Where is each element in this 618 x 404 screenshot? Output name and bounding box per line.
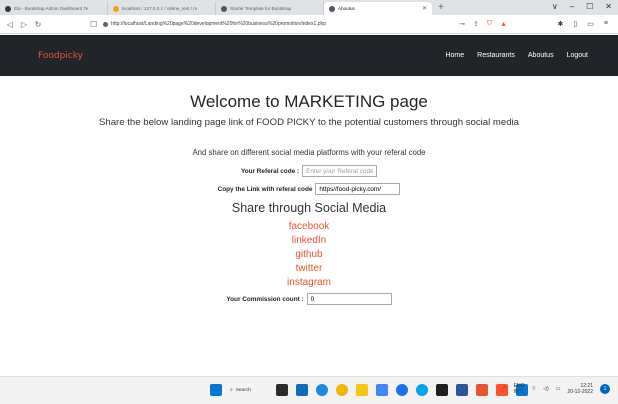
minimize-icon[interactable]: – bbox=[570, 2, 574, 11]
taskbar: ⌕ Search ⌃ ENG INTL ⌔ ◁) ▭ 12:21 20-12-2… bbox=[0, 376, 618, 404]
share-instructions: And share on different social media plat… bbox=[192, 148, 426, 157]
referal-code-label: Your Referal code : bbox=[240, 167, 300, 175]
address-bar-icons: ⊸ ⇪ ⛉ ▲ bbox=[459, 20, 507, 28]
social-links: facebook linkedIn github twitter instagr… bbox=[0, 220, 618, 290]
word-icon[interactable] bbox=[456, 384, 468, 396]
taskbar-icons: ⌕ Search bbox=[210, 384, 528, 396]
store-icon[interactable] bbox=[376, 384, 388, 396]
linkedin-link[interactable]: linkedIn bbox=[0, 234, 618, 248]
browser-right-icons: ✱ ▯ ▭ ≡ bbox=[558, 20, 608, 28]
app-icon[interactable] bbox=[416, 384, 428, 396]
widgets-icon[interactable] bbox=[296, 384, 308, 396]
window-controls: ∨ – ☐ ✕ bbox=[552, 2, 612, 11]
app-icon[interactable] bbox=[396, 384, 408, 396]
maximize-icon[interactable]: ☐ bbox=[586, 2, 593, 11]
battery-icon[interactable]: ▭ bbox=[556, 386, 561, 392]
tab-favicon-icon bbox=[329, 5, 335, 12]
chevron-up-icon[interactable]: ⌃ bbox=[502, 386, 506, 392]
facebook-link[interactable]: facebook bbox=[0, 220, 618, 234]
brand-logo[interactable]: Foodpicky bbox=[38, 51, 83, 61]
nav-link-logout[interactable]: Logout bbox=[567, 52, 588, 59]
tab-favicon-icon bbox=[221, 5, 227, 12]
page-title: Welcome to MARKETING page bbox=[190, 92, 428, 111]
instagram-link[interactable]: instagram bbox=[0, 276, 618, 290]
github-link[interactable]: github bbox=[0, 248, 618, 262]
tab-title: Starter Template for Bootstrap bbox=[230, 6, 292, 11]
referal-code-input[interactable] bbox=[302, 165, 378, 177]
wallet-icon[interactable]: ▭ bbox=[587, 20, 594, 28]
site-info-icon[interactable] bbox=[103, 21, 109, 27]
key-icon[interactable]: ⊸ bbox=[459, 20, 465, 28]
windows-start-icon[interactable] bbox=[210, 384, 222, 396]
clock-date: 20-12-2022 bbox=[567, 389, 593, 395]
page-subtitle: Share the below landing page link of FOO… bbox=[98, 117, 520, 128]
commission-label: Your Commission count : bbox=[226, 295, 304, 303]
clock[interactable]: 12:21 20-12-2022 bbox=[567, 383, 593, 395]
extensions-icon[interactable]: ✱ bbox=[558, 20, 564, 28]
nav-link-home[interactable]: Home bbox=[445, 52, 464, 59]
taskbar-search-label: Search bbox=[235, 387, 251, 393]
brave-shield-icon[interactable]: ⛉ bbox=[487, 20, 492, 28]
tab-title: localhost / 127.0.0.1 / online_rest / m bbox=[122, 6, 198, 11]
volume-icon[interactable]: ◁) bbox=[543, 386, 549, 392]
new-tab-button[interactable]: + bbox=[432, 2, 450, 13]
copy-link-row: Copy the Link with referal code bbox=[0, 183, 618, 195]
nav-link-restaurants[interactable]: Restaurants bbox=[477, 52, 515, 59]
bookmark-icon[interactable]: ☐ bbox=[90, 20, 97, 29]
language-indicator[interactable]: ENG INTL bbox=[514, 383, 525, 395]
nav-link-aboutus[interactable]: Aboutus bbox=[528, 52, 554, 59]
commission-input[interactable] bbox=[306, 293, 392, 305]
address-bar[interactable]: http://localhost/Landing%20page%20develo… bbox=[103, 21, 403, 27]
share-social-heading: Share through Social Media bbox=[231, 201, 387, 215]
tab-favicon-icon bbox=[5, 5, 11, 12]
url-text: http://localhost/Landing%20page%20develo… bbox=[111, 21, 327, 27]
search-icon: ⌕ bbox=[230, 388, 233, 393]
share-icon[interactable]: ⇪ bbox=[473, 20, 479, 28]
back-icon[interactable]: ◁ bbox=[6, 20, 14, 29]
browser-tab-strip: Ela - Bootstrap Admin Dashboard Te local… bbox=[0, 0, 618, 15]
file-explorer-icon[interactable] bbox=[356, 384, 368, 396]
taskbar-search[interactable]: ⌕ Search bbox=[230, 384, 268, 396]
nav-links: Home Restaurants Aboutus Logout bbox=[445, 52, 588, 59]
tab-title: Ela - Bootstrap Admin Dashboard Te bbox=[14, 6, 89, 11]
reload-icon[interactable]: ↻ bbox=[34, 20, 42, 29]
twitter-link[interactable]: twitter bbox=[0, 262, 618, 276]
browser-tab[interactable]: Starter Template for Bootstrap bbox=[216, 2, 324, 15]
edge-icon[interactable] bbox=[316, 384, 328, 396]
notification-badge[interactable]: 1 bbox=[600, 384, 610, 394]
brave-rewards-icon[interactable]: ▲ bbox=[500, 21, 507, 28]
browser-tab[interactable]: localhost / 127.0.0.1 / online_rest / m bbox=[108, 2, 216, 15]
chrome-icon[interactable] bbox=[336, 384, 348, 396]
terminal-icon[interactable] bbox=[436, 384, 448, 396]
close-window-icon[interactable]: ✕ bbox=[605, 2, 612, 11]
task-view-icon[interactable] bbox=[276, 384, 288, 396]
copy-link-input[interactable] bbox=[315, 183, 401, 195]
browser-tab[interactable]: Ela - Bootstrap Admin Dashboard Te bbox=[0, 2, 108, 15]
commission-row: Your Commission count : bbox=[0, 293, 618, 305]
system-tray: ⌃ ENG INTL ⌔ ◁) ▭ 12:21 20-12-2022 1 bbox=[502, 383, 610, 395]
browser-toolbar: ◁ ▷ ↻ ☐ http://localhost/Landing%20page%… bbox=[0, 15, 618, 34]
site-navbar: Foodpicky Home Restaurants Aboutus Logou… bbox=[0, 35, 618, 76]
wifi-icon[interactable]: ⌔ bbox=[531, 386, 536, 392]
browser-tab-active[interactable]: Aboutus ✕ bbox=[324, 2, 432, 15]
tab-favicon-icon bbox=[113, 5, 119, 12]
tab-search-icon[interactable]: ∨ bbox=[552, 2, 558, 11]
copy-link-label: Copy the Link with referal code bbox=[217, 185, 313, 193]
tab-title: Aboutus bbox=[338, 6, 355, 11]
main-content: Welcome to MARKETING page Share the belo… bbox=[0, 76, 618, 376]
sidebar-icon[interactable]: ▯ bbox=[573, 20, 577, 28]
referal-code-row: Your Referal code : bbox=[0, 165, 618, 177]
lang-bottom: INTL bbox=[513, 389, 525, 395]
app-icon[interactable] bbox=[476, 384, 488, 396]
menu-icon[interactable]: ≡ bbox=[604, 20, 608, 28]
forward-icon[interactable]: ▷ bbox=[20, 20, 28, 29]
tab-close-icon[interactable]: ✕ bbox=[416, 5, 427, 12]
